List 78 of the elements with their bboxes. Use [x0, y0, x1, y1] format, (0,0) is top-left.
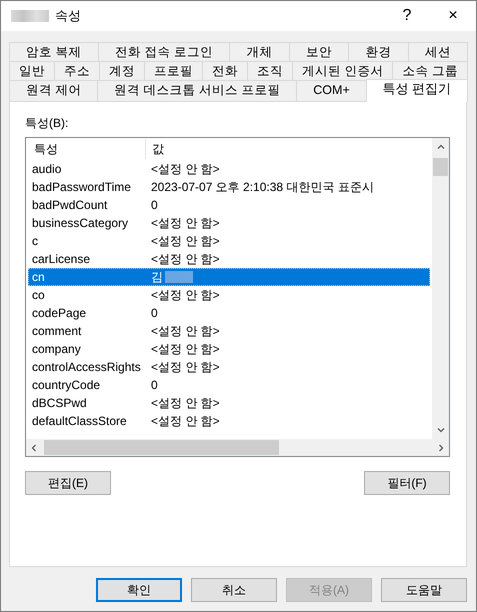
- filter-button[interactable]: 필터(F): [364, 471, 450, 495]
- scroll-left-icon[interactable]: [29, 442, 39, 452]
- table-cell-text: codePage: [31, 306, 88, 320]
- table-row[interactable]: defaultClassStore <설정 안 함>: [28, 412, 430, 430]
- table-cell-text: badPwdCount: [31, 198, 108, 212]
- table-row[interactable]: dBCSPwd <설정 안 함>: [28, 394, 430, 412]
- scroll-right-icon[interactable]: [436, 442, 446, 452]
- table-cell-text: <설정 안 함>: [150, 250, 220, 268]
- table-cell-text: audio: [31, 162, 62, 176]
- table-row[interactable]: badPasswordTime 2023-07-07 오후 2:10:38 대한민국 표준시: [28, 178, 430, 196]
- table-row[interactable]: cn 김: [28, 268, 430, 286]
- vertical-scrollbar[interactable]: [432, 138, 449, 439]
- table-cell-text: 0: [150, 378, 158, 392]
- table-cell-text: countryCode: [31, 378, 102, 392]
- table-row[interactable]: codePage 0: [28, 304, 430, 322]
- table-cell-text: <설정 안 함>: [150, 358, 220, 376]
- table-cell-text: dBCSPwd: [31, 396, 88, 410]
- dialog-button[interactable]: 확인: [96, 578, 182, 602]
- table-cell-text: comment: [31, 324, 82, 338]
- tab[interactable]: 암호 복제: [9, 42, 99, 61]
- table-row[interactable]: comment <설정 안 함>: [28, 322, 430, 340]
- table-cell-text: <설정 안 함>: [150, 232, 220, 250]
- table-cell-text: cn: [31, 270, 46, 284]
- table-cell-text: businessCategory: [31, 216, 130, 230]
- tab[interactable]: 계정: [99, 61, 145, 80]
- table-cell-text: 김: [150, 268, 163, 286]
- table-cell-text: <설정 안 함>: [150, 214, 220, 232]
- table-row[interactable]: businessCategory <설정 안 함>: [28, 214, 430, 232]
- horizontal-scrollbar[interactable]: [26, 439, 449, 456]
- column-header[interactable]: 값: [146, 139, 164, 159]
- table-cell-text: <설정 안 함>: [150, 394, 220, 412]
- table-cell-text: c: [31, 234, 39, 248]
- table-cell-text: badPasswordTime: [31, 180, 132, 194]
- scroll-down-icon[interactable]: [436, 425, 446, 435]
- help-button[interactable]: ?: [384, 1, 430, 31]
- table-cell-text: defaultClassStore: [31, 414, 128, 428]
- dialog-button[interactable]: 취소: [191, 578, 277, 602]
- table-row[interactable]: company <설정 안 함>: [28, 340, 430, 358]
- tab[interactable]: 게시된 인증서: [292, 61, 394, 80]
- table-cell-text: <설정 안 함>: [150, 412, 220, 430]
- table-row[interactable]: carLicense <설정 안 함>: [28, 250, 430, 268]
- table-cell-text: <설정 안 함>: [150, 340, 220, 358]
- tab[interactable]: 전화 접속 로그인: [98, 42, 230, 61]
- edit-button[interactable]: 편집(E): [25, 471, 111, 495]
- table-row[interactable]: controlAccessRights <설정 안 함>: [28, 358, 430, 376]
- table-cell-text: controlAccessRights: [31, 360, 142, 374]
- tab[interactable]: 개체: [229, 42, 290, 61]
- attributes-label: 특성(B):: [25, 115, 70, 132]
- tab[interactable]: 특성 편집기: [366, 79, 468, 102]
- table-row[interactable]: countryCode 0: [28, 376, 430, 394]
- tab[interactable]: 세션: [408, 42, 468, 61]
- table-row[interactable]: co <설정 안 함>: [28, 286, 430, 304]
- table-cell-text: co: [31, 288, 46, 302]
- table-cell-text: <설정 안 함>: [150, 322, 220, 340]
- table-row[interactable]: audio <설정 안 함>: [28, 160, 430, 178]
- table-cell-text: <설정 안 함>: [150, 160, 220, 178]
- tab[interactable]: 환경: [348, 42, 409, 61]
- table-cell-text: 2023-07-07 오후 2:10:38 대한민국 표준시: [150, 178, 374, 196]
- tab[interactable]: 전화: [202, 61, 248, 80]
- scroll-thumb[interactable]: [433, 158, 448, 176]
- tab[interactable]: 원격 제어: [9, 80, 98, 101]
- dialog-button[interactable]: 도움말: [381, 578, 467, 602]
- tab[interactable]: 조직: [247, 61, 293, 80]
- scroll-thumb[interactable]: [44, 440, 279, 455]
- table-row[interactable]: badPwdCount 0: [28, 196, 430, 214]
- attribute-list[interactable]: [25, 137, 450, 457]
- table-cell-text: carLicense: [31, 252, 92, 266]
- table-cell-text: company: [31, 342, 82, 356]
- close-button[interactable]: ×: [430, 1, 476, 31]
- table-cell-text: <설정 안 함>: [150, 286, 220, 304]
- table-row[interactable]: c <설정 안 함>: [28, 232, 430, 250]
- tab[interactable]: 소속 그룹: [392, 61, 468, 80]
- table-cell-text: 0: [150, 306, 158, 320]
- column-header[interactable]: 특성: [28, 139, 146, 159]
- tab[interactable]: 주소: [54, 61, 100, 80]
- window-title: 속성: [55, 7, 81, 25]
- table-cell-text: 0: [150, 198, 158, 212]
- tab[interactable]: 일반: [9, 61, 55, 80]
